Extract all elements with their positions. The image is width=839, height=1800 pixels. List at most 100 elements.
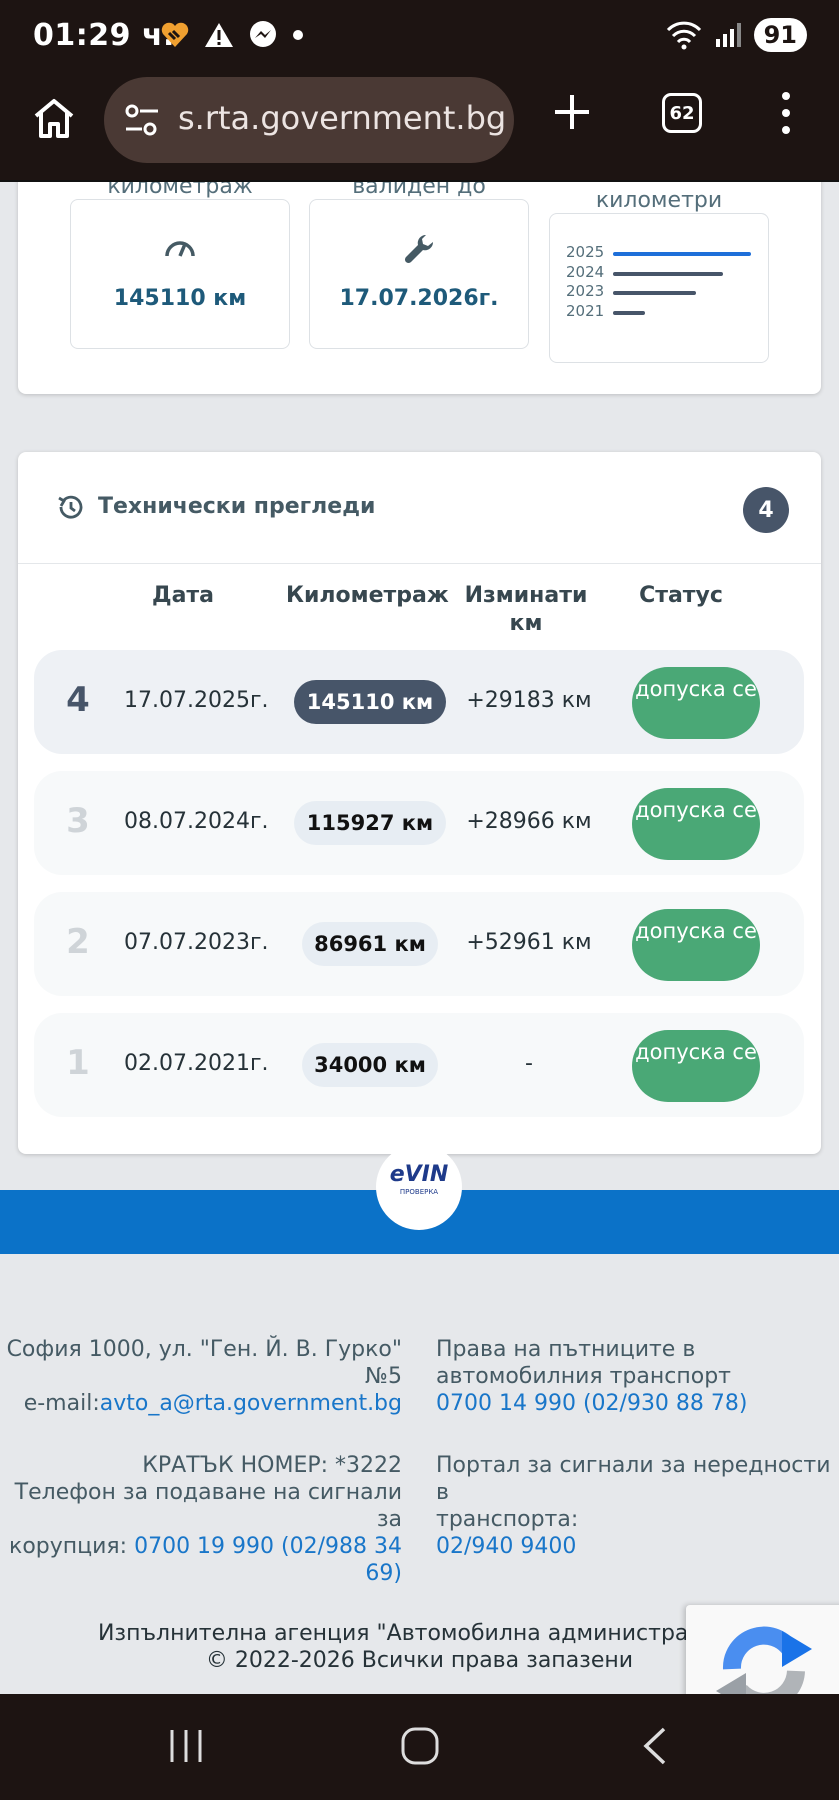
sparkline-year-label: 2025 — [566, 243, 605, 261]
email-label: e-mail: — [23, 1391, 100, 1416]
km-sparkline-box: 2025 2024 2023 2021 — [549, 213, 769, 363]
row-traveled: +28966 км — [466, 809, 592, 834]
sparkline-year-label: 2021 — [566, 301, 605, 320]
row-traveled: +52961 км — [466, 930, 592, 955]
messenger-icon — [250, 21, 276, 47]
menu-icon[interactable] — [776, 90, 796, 136]
sparkline-bar — [613, 310, 646, 315]
rights-phone-link[interactable]: 0700 14 990 (02/930 88 78) — [436, 1390, 748, 1417]
valid-until-label: валиден до — [352, 182, 486, 199]
row-km: 115927 км — [294, 801, 446, 845]
sparkline-bar — [613, 252, 751, 256]
row-km: 34000 км — [302, 1043, 438, 1087]
system-icons: 91 — [666, 18, 807, 52]
short-number: КРАТЪК НОМЕР: *3222 — [142, 1453, 402, 1478]
page-content: километраж валиден до километри 145110 к… — [0, 182, 839, 1694]
evin-logo[interactable]: eVIN ПРОВЕРКА — [376, 1144, 462, 1230]
portal-phone-link[interactable]: 02/940 9400 — [436, 1533, 839, 1560]
col-mileage: Километраж — [286, 583, 449, 608]
table-row: 4 17.07.2025г. 145110 км +29183 км допус… — [34, 650, 804, 754]
col-status: Статус — [639, 583, 723, 608]
footer: София 1000, ул. "Ген. Й. В. Гурко" №5 e-… — [0, 1254, 839, 1694]
portal-line-1: Портал за сигнали за нередности в — [436, 1453, 831, 1505]
status-bar: 01:29 ч. 91 — [0, 0, 839, 72]
mileage-value: 145110 км — [113, 286, 247, 311]
row-date: 07.07.2023г. — [124, 930, 269, 955]
mileage-label: километраж — [107, 182, 253, 199]
inspections-title: Технически прегледи — [98, 494, 376, 519]
site-settings-icon[interactable] — [122, 101, 162, 141]
address-line-1: София 1000, ул. "Ген. Й. В. Гурко" — [6, 1337, 402, 1362]
warning-icon — [205, 23, 233, 47]
footer-rights: Права на пътниците в автомобилния трансп… — [436, 1336, 748, 1417]
footer-corruption: КРАТЪК НОМЕР: *3222 Телефон за подаване … — [0, 1452, 402, 1587]
wrench-icon — [404, 234, 434, 264]
valid-until-value: 17.07.2026г. — [339, 286, 499, 311]
row-km: 145110 км — [294, 680, 446, 724]
inspections-count-badge: 4 — [743, 487, 789, 533]
corruption-line-1: Телефон за подаване на сигнали за — [14, 1480, 402, 1532]
sparkline-bar — [613, 291, 696, 295]
home-nav-icon[interactable] — [400, 1726, 440, 1766]
address-bar[interactable]: s.rta.government.bg — [104, 77, 514, 163]
mileage-box: 145110 км — [70, 199, 290, 349]
table-row: 1 02.07.2021г. 34000 км - допуска се — [34, 1013, 804, 1117]
wifi-icon — [666, 21, 701, 50]
row-number: 1 — [66, 1043, 90, 1083]
email-line: e-mail:avto_a@rta.government.bg — [7, 1390, 402, 1417]
row-traveled: - — [525, 1051, 533, 1076]
inspections-card: Технически прегледи 4 Дата Километраж Из… — [18, 452, 821, 1154]
url-text[interactable]: s.rta.government.bg — [178, 99, 506, 137]
sparkline-bar — [613, 271, 724, 276]
portal-line-2: транспорта: — [436, 1507, 579, 1532]
status-badge: допуска се — [632, 788, 760, 860]
recaptcha-badge[interactable] — [686, 1605, 839, 1694]
row-km: 86961 км — [302, 922, 438, 966]
status-badge: допуска се — [632, 667, 760, 739]
valid-until-box: 17.07.2026г. — [309, 199, 529, 349]
row-number: 4 — [66, 680, 90, 720]
recaptcha-icon — [716, 1626, 812, 1694]
status-badge: допуска се — [632, 1030, 760, 1102]
address-line-2: №5 — [365, 1364, 402, 1389]
email-link[interactable]: avto_a@rta.government.bg — [100, 1391, 402, 1416]
corruption-phone-link-cont[interactable]: 69) — [0, 1560, 402, 1587]
col-date: Дата — [151, 583, 215, 608]
row-date: 02.07.2021г. — [124, 1051, 269, 1076]
corruption-label: корупция: — [9, 1534, 135, 1559]
battery-indicator: 91 — [753, 18, 807, 52]
row-number: 3 — [66, 801, 90, 841]
android-nav-bar — [0, 1694, 839, 1800]
speedometer-icon — [165, 241, 195, 257]
row-date: 08.07.2024г. — [124, 809, 269, 834]
col-traveled: Изминати км — [464, 583, 588, 636]
table-row: 2 07.07.2023г. 86961 км +52961 км допуск… — [34, 892, 804, 996]
back-icon[interactable] — [640, 1726, 670, 1766]
row-date: 17.07.2025г. — [124, 688, 269, 713]
table-row: 3 08.07.2024г. 115927 км +28966 км допус… — [34, 771, 804, 875]
rights-line-2: автомобилния транспорт — [436, 1364, 731, 1389]
km-chart-label: километри — [595, 188, 723, 213]
evin-logo-text: eVIN — [389, 1162, 449, 1187]
rights-line-1: Права на пътниците в — [436, 1337, 696, 1362]
evin-logo-subtext: ПРОВЕРКА — [399, 1188, 439, 1196]
row-number: 2 — [66, 922, 90, 962]
heart-icon — [161, 22, 189, 47]
signal-icon — [715, 23, 741, 47]
notification-icons — [160, 20, 304, 50]
status-time: 01:29 ч. — [33, 18, 175, 53]
browser-toolbar: s.rta.government.bg 62 — [0, 72, 839, 182]
new-tab-icon[interactable] — [552, 92, 592, 132]
home-icon[interactable] — [30, 94, 78, 142]
sparkline-year-label: 2023 — [566, 282, 605, 300]
tab-switcher-button[interactable]: 62 — [662, 93, 702, 133]
recent-apps-icon[interactable] — [166, 1726, 206, 1766]
row-traveled: +29183 км — [466, 688, 592, 713]
corruption-line-2: корупция: 0700 19 990 (02/988 34 — [0, 1533, 402, 1560]
dot-icon — [293, 30, 303, 40]
inspections-header: Технически прегледи 4 — [18, 452, 821, 564]
status-badge: допуска се — [632, 909, 760, 981]
corruption-phone-link[interactable]: 0700 19 990 (02/988 34 — [134, 1534, 402, 1559]
footer-portal: Портал за сигнали за нередности в трансп… — [436, 1452, 839, 1560]
history-icon — [58, 495, 83, 519]
